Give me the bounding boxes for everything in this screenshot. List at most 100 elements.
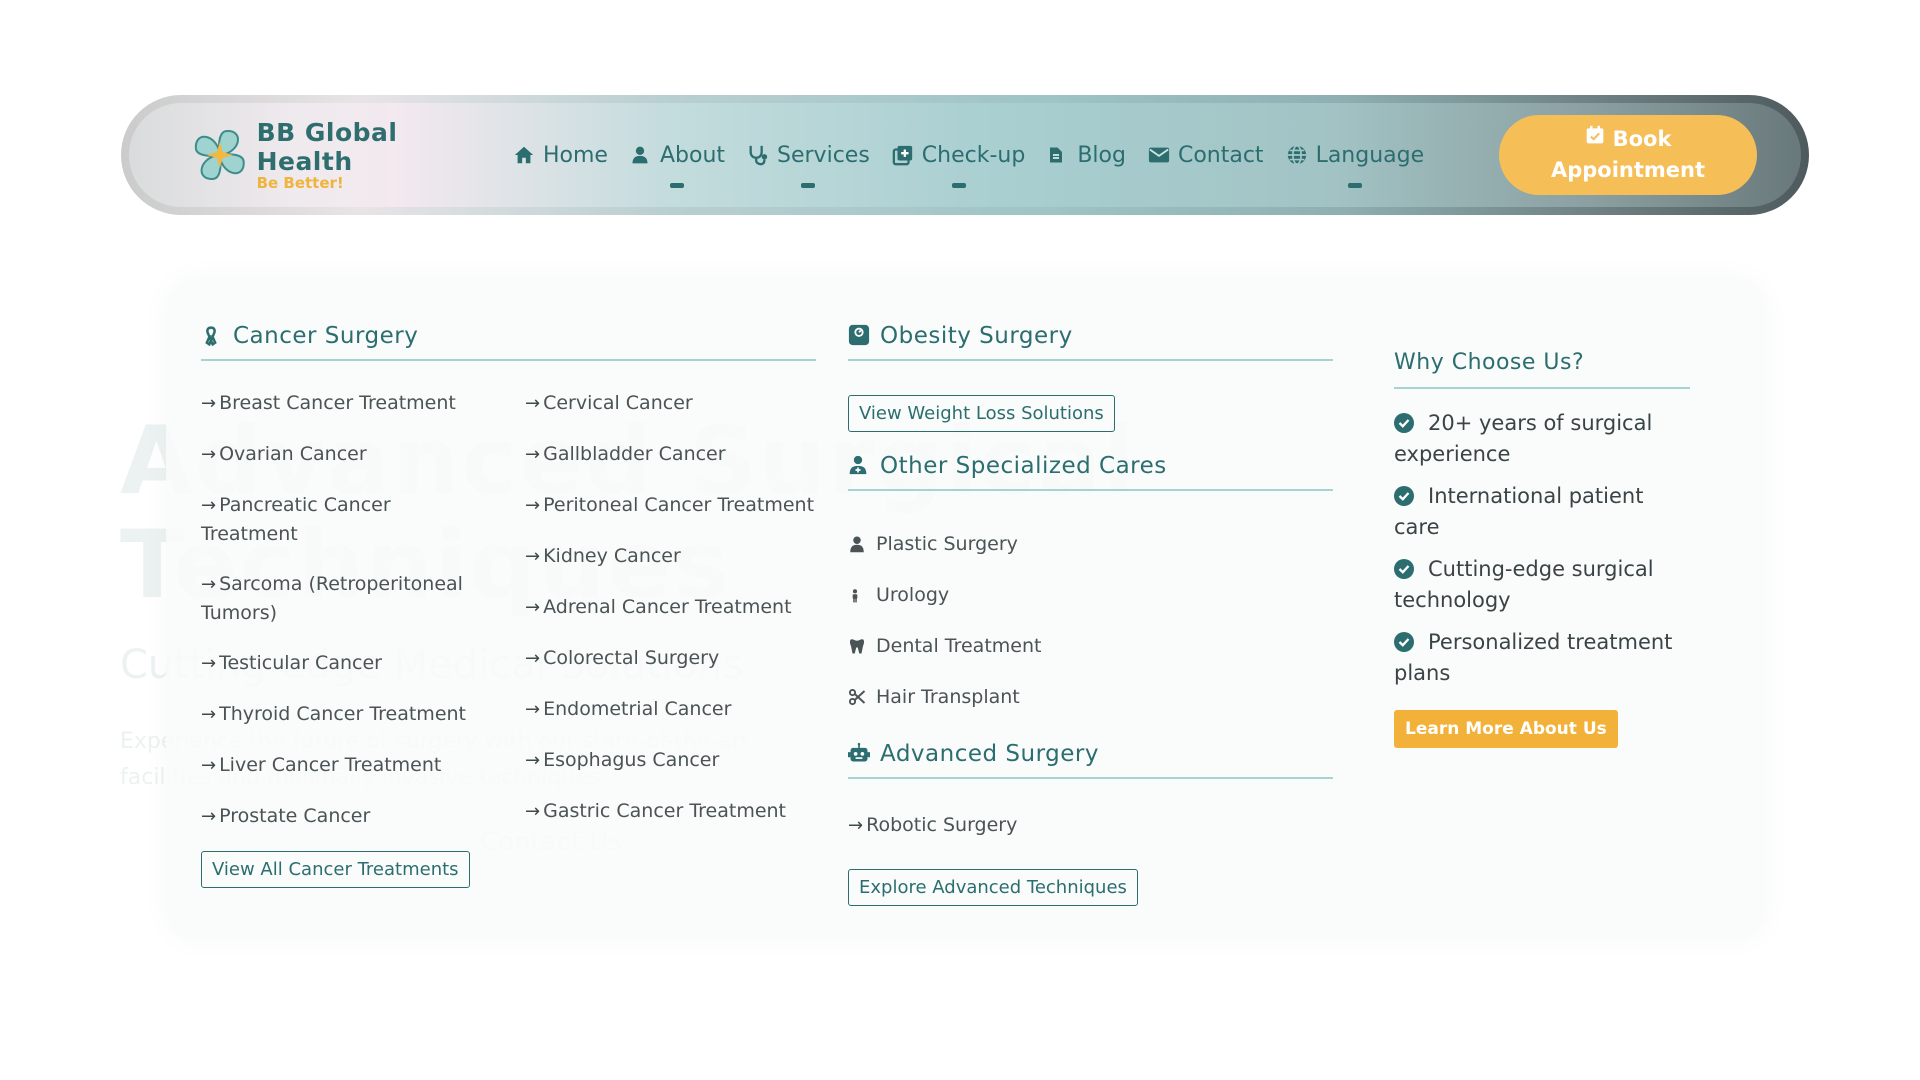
- brand-tagline: Be Better!: [256, 174, 344, 192]
- nav-language-label: Language: [1315, 142, 1425, 168]
- navbar: BB Global Health Be Better! Home About S…: [121, 95, 1809, 215]
- why-item-line1: International patient: [1428, 484, 1644, 508]
- dropdown-indicator: [951, 182, 966, 188]
- link-label: Ovarian Cancer: [219, 443, 367, 465]
- check-circle-icon: [1394, 411, 1414, 433]
- cancer-link-kidney[interactable]: → Kidney Cancer: [525, 542, 681, 571]
- why-item-line1: Personalized treatment: [1428, 630, 1673, 654]
- check-circle-icon: [1394, 557, 1414, 579]
- cancer-link-thyroid[interactable]: → Thyroid Cancer Treatment: [201, 700, 466, 729]
- person-icon: [848, 586, 866, 604]
- explore-advanced-button[interactable]: Explore Advanced Techniques: [848, 869, 1138, 906]
- cancer-link-adrenal[interactable]: → Adrenal Cancer Treatment: [525, 593, 792, 622]
- brand-name: BB Global Health: [256, 118, 398, 176]
- cancer-link-breast[interactable]: → Breast Cancer Treatment: [201, 389, 456, 418]
- link-label: Pancreatic Cancer Treatment: [201, 494, 391, 545]
- link-label: Hair Transplant: [876, 686, 1020, 708]
- why-item-line2: experience: [1394, 442, 1511, 466]
- cancer-link-gallbladder[interactable]: → Gallbladder Cancer: [525, 440, 726, 469]
- advanced-link-robotic[interactable]: → Robotic Surgery: [848, 811, 1017, 840]
- cancer-link-endometrial[interactable]: → Endometrial Cancer: [525, 695, 731, 724]
- services-dropdown: Cancer Surgery → Breast Cancer Treatment …: [166, 278, 1766, 940]
- nav-blog[interactable]: Blog: [1047, 143, 1126, 168]
- view-weight-loss-button[interactable]: View Weight Loss Solutions: [848, 395, 1115, 432]
- link-label: Gastric Cancer Treatment: [543, 800, 787, 822]
- cancer-surgery-heading: Cancer Surgery: [201, 323, 816, 361]
- spec-link-urology[interactable]: Urology: [848, 584, 949, 606]
- nav-about-label: About: [659, 142, 726, 168]
- cancer-link-cervical[interactable]: → Cervical Cancer: [525, 389, 693, 418]
- link-label: Prostate Cancer: [219, 805, 371, 827]
- check-circle-icon: [1394, 630, 1414, 652]
- advanced-surgery-heading: Advanced Surgery: [848, 741, 1333, 779]
- nav-checkup[interactable]: Check-up: [892, 143, 1025, 188]
- middle-column: Obesity Surgery View Weight Loss Solutio…: [848, 323, 1333, 906]
- nav-services[interactable]: Services: [747, 142, 870, 188]
- book-appointment-button[interactable]: Book Appointment: [1499, 115, 1757, 195]
- cancer-link-colorectal[interactable]: → Colorectal Surgery: [525, 644, 719, 673]
- link-label: Endometrial Cancer: [543, 698, 732, 720]
- cancer-link-testicular[interactable]: → Testicular Cancer: [201, 649, 382, 678]
- scissors-icon: [848, 688, 866, 706]
- brand-logo[interactable]: BB Global Health Be Better!: [189, 118, 501, 192]
- cancer-link-peritoneal[interactable]: → Peritoneal Cancer Treatment: [525, 491, 814, 520]
- why-choose-us-section: Why Choose Us? 20+ years of surgical expe…: [1394, 350, 1690, 748]
- nav-language[interactable]: Language: [1286, 142, 1425, 188]
- robot-icon: [848, 742, 870, 766]
- navbar-inner: BB Global Health Be Better! Home About S…: [129, 103, 1801, 207]
- cancer-link-ovarian[interactable]: → Ovarian Cancer: [201, 440, 367, 469]
- why-item: Cutting-edge surgical technology: [1394, 554, 1654, 616]
- dropdown-indicator: [801, 182, 816, 188]
- medical-kit-icon: [892, 144, 914, 166]
- book-label-line2: Appointment: [1550, 158, 1706, 182]
- cancer-link-sarcoma[interactable]: → Sarcoma (Retroperitoneal Tumors): [201, 570, 491, 627]
- nav-about[interactable]: About: [630, 142, 726, 188]
- view-all-cancer-button[interactable]: View All Cancer Treatments: [201, 851, 470, 888]
- why-item-line2: plans: [1394, 661, 1451, 685]
- link-label: Gallbladder Cancer: [543, 443, 726, 465]
- link-label: Liver Cancer Treatment: [219, 754, 442, 776]
- cancer-list: → Breast Cancer Treatment → Ovarian Cancer…: [201, 361, 816, 888]
- ribbon-icon: [201, 324, 223, 348]
- learn-more-button[interactable]: Learn More About Us: [1394, 710, 1618, 748]
- cancer-surgery-section: Cancer Surgery → Breast Cancer Treatment …: [201, 323, 816, 888]
- cancer-link-gastric[interactable]: → Gastric Cancer Treatment: [525, 797, 786, 826]
- link-label: Breast Cancer Treatment: [219, 392, 456, 414]
- doctor-icon: [848, 454, 870, 478]
- dropdown-indicator: [670, 182, 685, 188]
- link-label: Testicular Cancer: [219, 652, 382, 674]
- link-label: Cervical Cancer: [543, 392, 693, 414]
- link-label: Thyroid Cancer Treatment: [219, 703, 467, 725]
- cancer-link-prostate[interactable]: → Prostate Cancer: [201, 802, 370, 831]
- nav-services-label: Services: [777, 142, 870, 168]
- book-label-line1: Book: [1612, 127, 1672, 151]
- spec-link-dental[interactable]: Dental Treatment: [848, 635, 1041, 657]
- link-label: Sarcoma (Retroperitoneal Tumors): [201, 573, 463, 624]
- why-item-line1: Cutting-edge surgical: [1428, 557, 1654, 581]
- dropdown-indicator: [1347, 182, 1362, 188]
- document-icon: [1047, 144, 1069, 166]
- nav-links: Home About Services Check-up Blog Contac…: [513, 142, 1425, 188]
- calendar-check-icon: [1585, 124, 1605, 155]
- link-label: Peritoneal Cancer Treatment: [543, 494, 815, 516]
- clover-logo-icon: [194, 130, 245, 180]
- nav-home-label: Home: [543, 142, 608, 168]
- tooth-icon: [848, 637, 866, 655]
- home-icon: [513, 144, 535, 166]
- obesity-surgery-heading: Obesity Surgery: [848, 323, 1333, 361]
- envelope-icon: [1148, 144, 1170, 166]
- link-label: Kidney Cancer: [543, 545, 681, 567]
- why-choose-us-heading: Why Choose Us?: [1394, 350, 1690, 389]
- nav-home[interactable]: Home: [513, 143, 608, 168]
- cancer-link-pancreatic[interactable]: → Pancreatic Cancer Treatment: [201, 491, 491, 548]
- cancer-surgery-title: Cancer Surgery: [233, 323, 419, 349]
- why-item-line2: care: [1394, 515, 1440, 539]
- spec-link-plastic[interactable]: Plastic Surgery: [848, 533, 1018, 555]
- link-label: Adrenal Cancer Treatment: [543, 596, 792, 618]
- cancer-link-esophagus[interactable]: → Esophagus Cancer: [525, 746, 719, 775]
- why-item-line2: technology: [1394, 588, 1511, 612]
- cancer-link-liver[interactable]: → Liver Cancer Treatment: [201, 751, 441, 780]
- nav-contact[interactable]: Contact: [1148, 143, 1264, 168]
- spec-link-hair[interactable]: Hair Transplant: [848, 686, 1020, 708]
- nav-blog-label: Blog: [1077, 142, 1126, 168]
